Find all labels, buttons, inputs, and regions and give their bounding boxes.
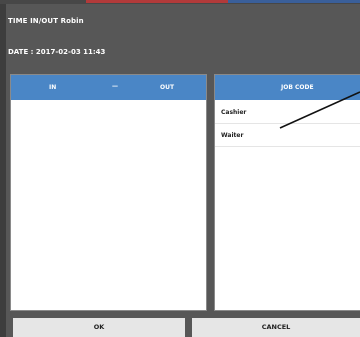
pointer-line	[279, 91, 360, 129]
annotation-pointer-line	[279, 91, 360, 129]
